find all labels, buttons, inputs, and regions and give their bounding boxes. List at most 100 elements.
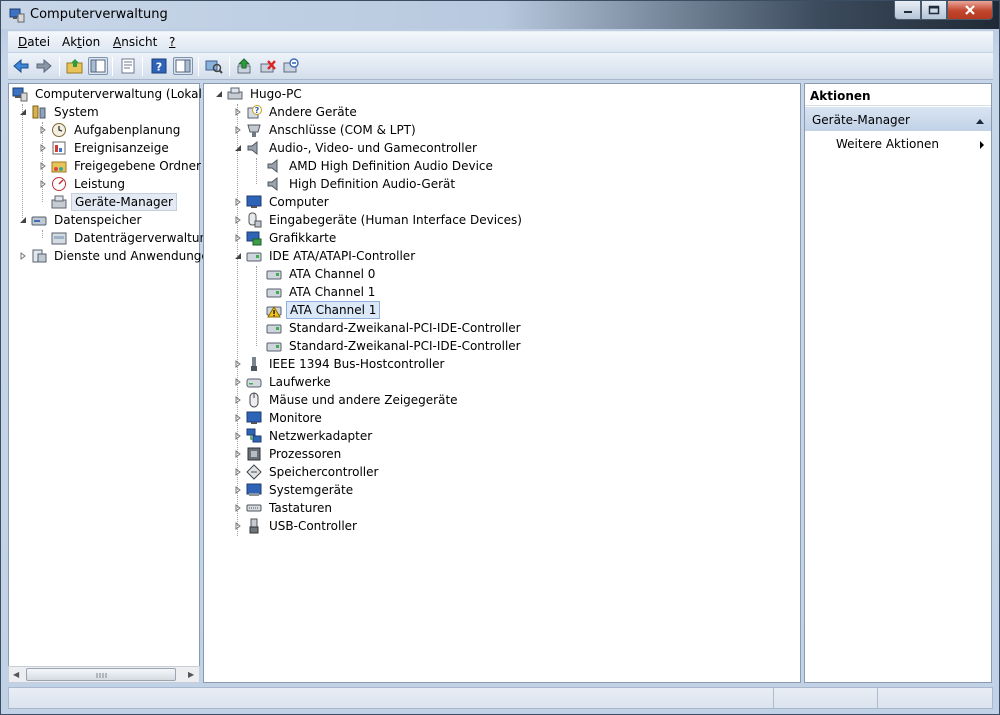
expand-arrow-icon[interactable]: [233, 431, 243, 441]
ide-controller-icon: [246, 248, 262, 264]
device-category-audio[interactable]: Audio-, Video- und Gamecontroller: [233, 139, 480, 157]
title-bar[interactable]: Computerverwaltung: [1, 1, 999, 29]
processor-icon: [246, 446, 262, 462]
device-pci-ide-controller-1[interactable]: Standard-Zweikanal-PCI-IDE-Controller: [266, 319, 524, 337]
collapse-arrow-icon[interactable]: [214, 89, 224, 99]
expand-arrow-icon[interactable]: [38, 125, 48, 135]
expand-arrow-icon[interactable]: [233, 107, 243, 117]
device-category-mice[interactable]: Mäuse und andere Zeigegeräte: [233, 391, 461, 409]
device-tree-root[interactable]: Hugo-PC: [214, 85, 305, 103]
shared-folder-icon: [51, 158, 67, 174]
device-category-ports[interactable]: Anschlüsse (COM & LPT): [233, 121, 419, 139]
status-panel-2: [877, 688, 992, 708]
device-category-usb[interactable]: USB-Controller: [233, 517, 360, 535]
device-ata-channel-1[interactable]: ATA Channel 1: [266, 283, 378, 301]
status-bar: [8, 687, 993, 709]
uninstall-button[interactable]: [258, 57, 278, 75]
device-category-computer[interactable]: Computer: [233, 193, 332, 211]
left-horizontal-scrollbar[interactable]: ◀ ▶: [8, 666, 200, 683]
tree-item-disk-management[interactable]: Datenträgerverwaltung: [51, 229, 218, 247]
collapse-arrow-icon[interactable]: [233, 251, 243, 261]
expand-arrow-icon[interactable]: [233, 377, 243, 387]
device-hd-audio[interactable]: High Definition Audio-Gerät: [266, 175, 458, 193]
expand-arrow-icon[interactable]: [38, 143, 48, 153]
tree-item-device-manager[interactable]: Geräte-Manager: [51, 193, 177, 211]
console-tree-pane[interactable]: Computerverwaltung (Lokal) System Aufgab…: [8, 83, 216, 683]
expand-arrow-icon[interactable]: [233, 521, 243, 531]
action-pane-button[interactable]: [173, 57, 193, 75]
menu-datei[interactable]: Datei: [18, 35, 50, 49]
console-tree-icon: [90, 59, 106, 73]
collapse-arrow-icon[interactable]: [233, 143, 243, 153]
device-category-hid[interactable]: Eingabegeräte (Human Interface Devices): [233, 211, 525, 229]
menu-ansicht[interactable]: Ansicht: [113, 35, 157, 49]
device-pci-ide-controller-2[interactable]: Standard-Zweikanal-PCI-IDE-Controller: [266, 337, 524, 355]
expand-arrow-icon[interactable]: [233, 125, 243, 135]
help-button[interactable]: ?: [149, 57, 169, 75]
tree-item-services-applications[interactable]: Dienste und Anwendungen: [18, 247, 219, 265]
svg-text:?: ?: [255, 106, 260, 115]
close-button[interactable]: [947, 1, 993, 20]
show-hide-tree-button[interactable]: [88, 57, 108, 75]
tree-item-event-viewer[interactable]: Ereignisanzeige: [38, 139, 172, 157]
minimize-button[interactable]: [894, 1, 921, 20]
menu-aktion[interactable]: Aktion: [62, 35, 100, 49]
device-category-ieee1394[interactable]: IEEE 1394 Bus-Hostcontroller: [233, 355, 447, 373]
device-category-keyboards[interactable]: Tastaturen: [233, 499, 335, 517]
expand-arrow-icon[interactable]: [233, 197, 243, 207]
up-folder-button[interactable]: [65, 57, 85, 75]
device-category-ide[interactable]: IDE ATA/ATAPI-Controller: [233, 247, 418, 265]
device-tree-pane[interactable]: Hugo-PC ? Andere Geräte Anschlüsse (COM …: [203, 83, 801, 683]
scroll-right-arrow-icon[interactable]: ▶: [188, 670, 194, 679]
device-category-system-devices[interactable]: Systemgeräte: [233, 481, 356, 499]
device-amd-hd-audio[interactable]: AMD High Definition Audio Device: [266, 157, 496, 175]
submenu-arrow-icon[interactable]: [979, 139, 985, 153]
tree-item-storage[interactable]: Datenspeicher: [18, 211, 144, 229]
actions-section-device-manager[interactable]: Geräte-Manager: [805, 107, 991, 131]
update-driver-button[interactable]: [235, 57, 255, 75]
expand-arrow-icon[interactable]: [18, 251, 28, 261]
menu-help[interactable]: ?: [169, 35, 175, 49]
device-ata-channel-1-warning[interactable]: ATA Channel 1: [266, 301, 381, 319]
action-pane-icon: [175, 59, 191, 73]
expand-arrow-icon[interactable]: [233, 413, 243, 423]
collapse-arrow-icon[interactable]: [18, 107, 28, 117]
device-ata-channel-0[interactable]: ATA Channel 0: [266, 265, 378, 283]
tree-item-computer-management[interactable]: Computerverwaltung (Lokal): [12, 85, 210, 103]
device-category-drives[interactable]: Laufwerke: [233, 373, 334, 391]
system-device-icon: [246, 482, 262, 498]
expand-arrow-icon[interactable]: [233, 395, 243, 405]
properties-button[interactable]: [118, 57, 138, 75]
expand-arrow-icon[interactable]: [233, 503, 243, 513]
expand-arrow-icon[interactable]: [233, 215, 243, 225]
collapse-arrow-icon[interactable]: [18, 215, 28, 225]
drive-icon: [246, 374, 262, 390]
collapse-triangle-icon[interactable]: [975, 114, 985, 128]
expand-arrow-icon[interactable]: [233, 485, 243, 495]
scan-hardware-button[interactable]: [204, 57, 224, 75]
forward-button[interactable]: [34, 57, 54, 75]
expand-arrow-icon[interactable]: [38, 179, 48, 189]
expand-arrow-icon[interactable]: [38, 161, 48, 171]
device-category-storage-controllers[interactable]: Speichercontroller: [233, 463, 381, 481]
expand-arrow-icon[interactable]: [233, 233, 243, 243]
tree-item-performance[interactable]: Leistung: [38, 175, 128, 193]
expand-arrow-icon[interactable]: [233, 467, 243, 477]
tree-item-system[interactable]: System: [18, 103, 102, 121]
tree-item-task-scheduler[interactable]: Aufgabenplanung: [38, 121, 183, 139]
maximize-button[interactable]: [921, 1, 947, 20]
device-category-processors[interactable]: Prozessoren: [233, 445, 344, 463]
expand-arrow-icon[interactable]: [233, 359, 243, 369]
scroll-thumb[interactable]: [26, 668, 176, 681]
device-category-network[interactable]: Netzwerkadapter: [233, 427, 375, 445]
device-category-other[interactable]: ? Andere Geräte: [233, 103, 360, 121]
device-category-graphics[interactable]: Grafikkarte: [233, 229, 339, 247]
scroll-left-arrow-icon[interactable]: ◀: [13, 670, 19, 679]
monitor-icon: [246, 410, 262, 426]
device-category-monitors[interactable]: Monitore: [233, 409, 325, 427]
back-button[interactable]: [11, 57, 31, 75]
disable-device-button[interactable]: [281, 57, 301, 75]
tree-item-shared-folders[interactable]: Freigegebene Ordner: [38, 157, 204, 175]
expand-arrow-icon[interactable]: [233, 449, 243, 459]
more-actions-item[interactable]: Weitere Aktionen: [836, 137, 939, 151]
